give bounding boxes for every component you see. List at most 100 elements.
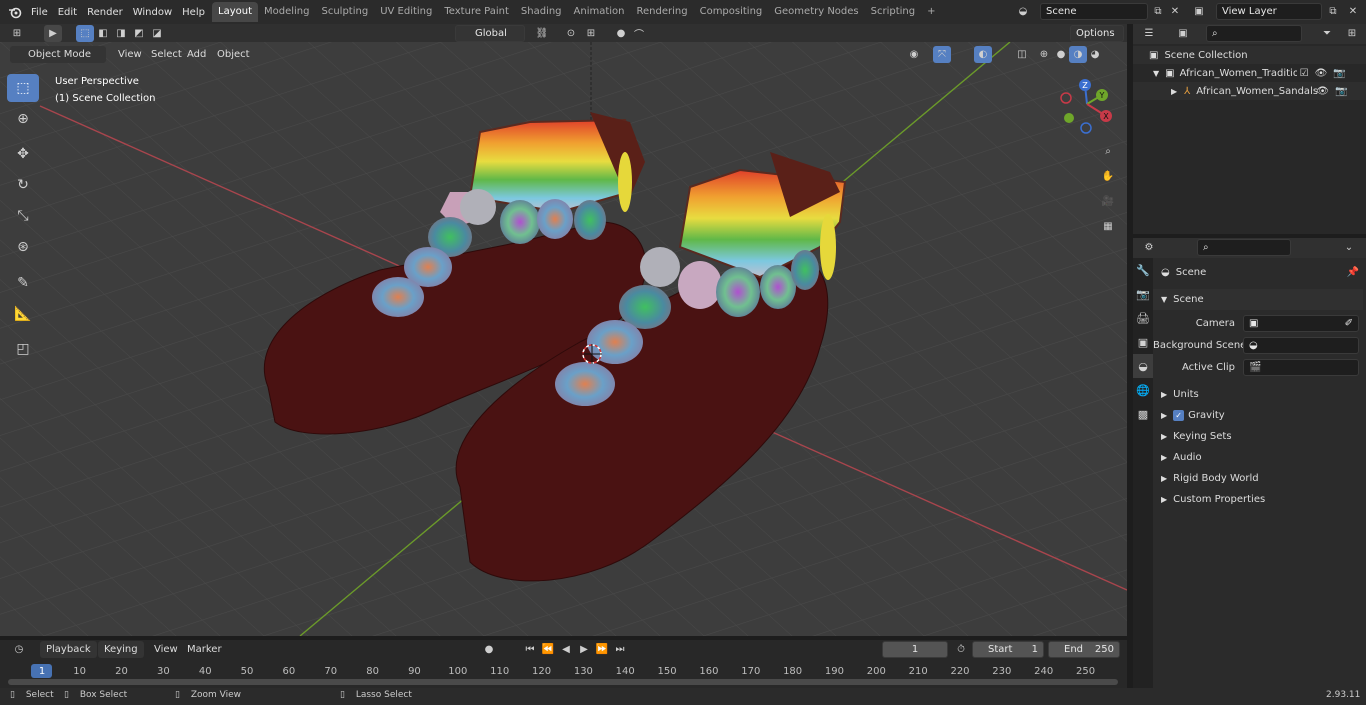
overlay-toggle-icon[interactable]: ◐ xyxy=(974,46,992,63)
pan-hand-icon[interactable]: ✋ xyxy=(1099,168,1117,185)
tool-move-icon[interactable]: ✥ xyxy=(7,140,39,168)
output-tab-icon[interactable]: 🖨 xyxy=(1133,306,1153,330)
menu-file[interactable]: File xyxy=(26,7,53,18)
eyedropper-icon[interactable]: ✐ xyxy=(1345,318,1353,329)
camera-icon[interactable]: 📷 xyxy=(1329,86,1347,97)
world-tab-icon[interactable]: 🌐 xyxy=(1133,378,1153,402)
menu-edit[interactable]: Edit xyxy=(53,7,82,18)
end-frame-field[interactable]: End 250 xyxy=(1048,641,1120,658)
proportional-edit-icon[interactable]: ● xyxy=(612,25,630,42)
mode-set-icon[interactable]: ⬚ xyxy=(76,25,94,42)
outliner-row-scene-collection[interactable]: ▣ Scene Collection xyxy=(1133,46,1366,64)
zoom-icon[interactable]: ⌕ xyxy=(1099,143,1117,160)
new-view-layer-icon[interactable]: ⧉ xyxy=(1324,3,1342,20)
expand-arrow-icon[interactable]: ▼ xyxy=(1133,69,1159,78)
next-keyframe-icon[interactable]: ⏩ xyxy=(593,641,611,658)
jump-end-icon[interactable]: ⏭ xyxy=(611,641,629,658)
tab-uv-editing[interactable]: UV Editing xyxy=(374,2,438,22)
tab-geometry-nodes[interactable]: Geometry Nodes xyxy=(768,2,864,22)
pivot-icon[interactable]: ⛓ xyxy=(533,25,551,42)
timeline-view-menu[interactable]: View xyxy=(148,641,184,658)
scene-panel-header[interactable]: ▼ Scene xyxy=(1153,289,1363,310)
camera-view-icon[interactable]: 🎥 xyxy=(1099,193,1117,210)
mode-extend-icon[interactable]: ◧ xyxy=(94,25,112,42)
tab-scripting[interactable]: Scripting xyxy=(865,2,921,22)
mode-difference-icon[interactable]: ◩ xyxy=(130,25,148,42)
current-frame-field[interactable]: 1 xyxy=(882,641,948,658)
close-view-layer-icon[interactable]: ✕ xyxy=(1344,3,1362,20)
material-shading-icon[interactable]: ◑ xyxy=(1069,46,1087,63)
new-scene-icon[interactable]: ⧉ xyxy=(1149,3,1167,20)
editor-type-icon[interactable]: ⊞ xyxy=(8,25,26,42)
tool-select-box-icon[interactable]: ⬚ xyxy=(7,74,39,102)
pin-icon[interactable]: 📌 xyxy=(1347,267,1363,278)
tab-shading[interactable]: Shading xyxy=(515,2,568,22)
units-section[interactable]: ▶ Units xyxy=(1153,384,1363,405)
navigation-gizmo[interactable]: Z Y X xyxy=(1056,76,1118,138)
scene-icon[interactable]: ◒ xyxy=(1014,3,1032,20)
tab-layout[interactable]: Layout xyxy=(212,2,258,22)
ortho-grid-icon[interactable]: ▦ xyxy=(1099,218,1117,235)
blender-logo-icon[interactable] xyxy=(6,3,24,20)
outliner-row-traditional[interactable]: ▼ ▣ African_Women_Traditional_C ☑ 👁 📷 xyxy=(1133,64,1366,82)
jump-start-icon[interactable]: ⏮ xyxy=(521,641,539,658)
tool-tab-icon[interactable]: 🔧 xyxy=(1133,258,1153,282)
snap-target-icon[interactable]: ⊞ xyxy=(582,25,600,42)
active-clip-field[interactable]: 🎬 xyxy=(1243,359,1359,376)
gizmo-toggle-icon[interactable]: ⤧ xyxy=(933,46,951,63)
tab-texture-paint[interactable]: Texture Paint xyxy=(438,2,515,22)
tool-rotate-icon[interactable]: ↻ xyxy=(7,171,39,199)
orientation-dropdown[interactable]: Global xyxy=(455,25,525,42)
gravity-section[interactable]: ▶ ✓ Gravity xyxy=(1153,405,1363,426)
filter-icon[interactable]: ⏷ xyxy=(1318,25,1336,42)
xray-icon[interactable]: ◫ xyxy=(1013,46,1031,63)
tool-cursor-icon[interactable]: ⊕ xyxy=(7,105,39,133)
properties-options-icon[interactable]: ⌄ xyxy=(1340,239,1358,256)
gravity-checkbox[interactable]: ✓ xyxy=(1173,410,1185,421)
object-menu[interactable]: Object xyxy=(211,46,256,63)
texture-tab-icon[interactable]: ▩ xyxy=(1133,402,1153,426)
view-menu[interactable]: View xyxy=(112,46,148,63)
display-mode-icon[interactable]: ▣ xyxy=(1174,25,1192,42)
eye-icon[interactable]: 👁 xyxy=(1316,86,1329,97)
properties-search-input[interactable]: ⌕ xyxy=(1197,239,1291,256)
custom-properties-section[interactable]: ▶ Custom Properties xyxy=(1153,489,1363,510)
select-tool-icon[interactable]: ▶ xyxy=(44,25,62,42)
menu-help[interactable]: Help xyxy=(177,7,210,18)
view-layer-tab-icon[interactable]: ▣ xyxy=(1133,330,1153,354)
mode-dropdown[interactable]: Object Mode xyxy=(10,46,106,63)
start-frame-field[interactable]: Start 1 xyxy=(972,641,1044,658)
outliner-search-input[interactable]: ⌕ xyxy=(1206,25,1302,42)
wireframe-shading-icon[interactable]: ⊕ xyxy=(1035,46,1053,63)
render-tab-icon[interactable]: 📷 xyxy=(1133,282,1153,306)
expand-arrow-icon[interactable]: ▶ xyxy=(1133,87,1177,96)
record-icon[interactable]: ● xyxy=(480,641,498,658)
tool-transform-icon[interactable]: ⊛ xyxy=(7,233,39,261)
tab-modeling[interactable]: Modeling xyxy=(258,2,316,22)
keying-menu[interactable]: Keying xyxy=(98,641,144,658)
outliner-row-sandals[interactable]: ▶ ⅄ African_Women_Sandals 👁 📷 xyxy=(1133,82,1366,100)
marker-menu[interactable]: Marker xyxy=(181,641,228,658)
scene-tab-icon[interactable]: ◒ xyxy=(1133,354,1153,378)
tool-add-cube-icon[interactable]: ◰ xyxy=(7,335,39,363)
properties-editor-icon[interactable]: ⚙ xyxy=(1140,239,1158,256)
tool-scale-icon[interactable]: ⤡ xyxy=(7,202,39,230)
options-button[interactable]: Options xyxy=(1070,25,1124,42)
close-scene-icon[interactable]: ✕ xyxy=(1166,3,1184,20)
menu-window[interactable]: Window xyxy=(128,7,177,18)
tool-measure-icon[interactable]: 📐 xyxy=(7,300,39,328)
tab-sculpting[interactable]: Sculpting xyxy=(316,2,375,22)
add-workspace-button[interactable]: + xyxy=(921,2,941,22)
falloff-icon[interactable]: ⌒ xyxy=(630,25,648,42)
tab-compositing[interactable]: Compositing xyxy=(694,2,769,22)
mode-subtract-icon[interactable]: ◨ xyxy=(112,25,130,42)
new-collection-icon[interactable]: ⊞ xyxy=(1343,25,1361,42)
solid-shading-icon[interactable]: ● xyxy=(1052,46,1070,63)
timeline-editor-icon[interactable]: ◷ xyxy=(10,641,28,658)
eye-icon[interactable]: 👁 xyxy=(1309,68,1328,79)
background-scene-field[interactable]: ◒ xyxy=(1243,337,1359,354)
playback-menu[interactable]: Playback xyxy=(40,641,97,658)
tab-animation[interactable]: Animation xyxy=(568,2,631,22)
tool-annotate-icon[interactable]: ✎ xyxy=(7,269,39,297)
prev-keyframe-icon[interactable]: ⏪ xyxy=(539,641,557,658)
